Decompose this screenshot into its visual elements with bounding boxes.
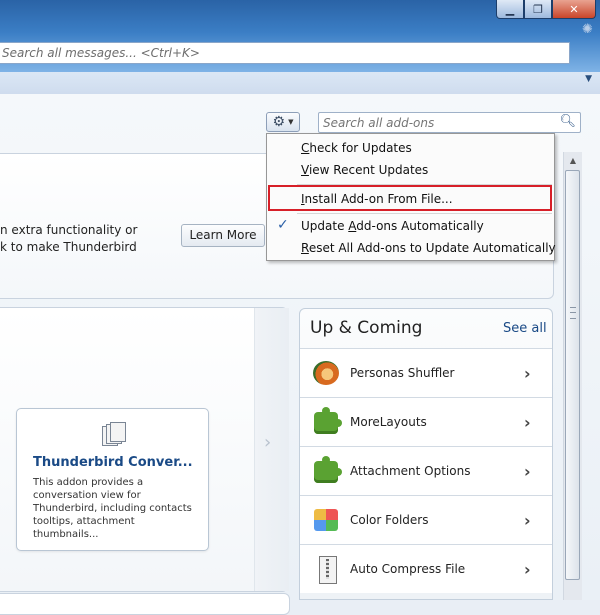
message-search-input[interactable]: Search all messages... <Ctrl+K> xyxy=(0,42,570,64)
intro-text-line: k to make Thunderbird xyxy=(0,240,137,254)
minimize-button[interactable]: ▁ xyxy=(496,0,524,19)
featured-next-area[interactable] xyxy=(254,308,289,591)
see-all-link[interactable]: See all xyxy=(503,321,547,336)
color-folder-icon xyxy=(312,506,340,534)
addon-name: Personas Shuffler xyxy=(350,366,455,380)
lower-panel xyxy=(0,593,290,615)
chevron-right-icon: › xyxy=(524,461,531,481)
menu-item-label: heck for Updates xyxy=(309,141,412,155)
addon-name: Attachment Options xyxy=(350,464,471,478)
addon-name: Color Folders xyxy=(350,513,429,527)
intro-text: n extra functionality or k to make Thund… xyxy=(0,222,137,256)
menu-item-label: dd-ons Automatically xyxy=(356,219,484,233)
menu-item-accesskey: R xyxy=(301,241,309,255)
featured-addon-description: This addon provides a conversation view … xyxy=(33,477,192,540)
scrollbar-thumb[interactable] xyxy=(565,170,580,580)
featured-addon-title[interactable]: Thunderbird Conver... xyxy=(33,455,193,470)
menu-item-update-addons-automatically[interactable]: Update Add-ons Automatically xyxy=(301,219,484,233)
list-item[interactable]: Attachment Options › xyxy=(300,446,552,495)
learn-more-button[interactable]: Learn More xyxy=(181,224,265,247)
up-and-coming-list: Personas Shuffler › MoreLayouts › Attach… xyxy=(300,348,552,593)
list-item[interactable]: MoreLayouts › xyxy=(300,397,552,446)
addon-name: MoreLayouts xyxy=(350,415,427,429)
list-item[interactable]: Auto Compress File › xyxy=(300,544,552,593)
chevron-down-icon: ▼ xyxy=(288,118,294,126)
zip-file-icon xyxy=(312,555,340,584)
chevron-right-icon: › xyxy=(524,363,531,383)
toolbar-strip xyxy=(0,72,600,95)
list-item[interactable]: Color Folders › xyxy=(300,495,552,544)
vertical-scrollbar[interactable]: ▲ xyxy=(563,152,582,600)
intro-text-line: n extra functionality or xyxy=(0,223,138,237)
fox-icon xyxy=(312,359,340,387)
activity-spinner-icon: ✺ xyxy=(582,22,593,37)
chevron-right-icon[interactable]: › xyxy=(264,432,271,453)
scrollbar-grip-icon xyxy=(570,307,576,319)
window-controls: ▁ ❐ ✕ xyxy=(496,0,596,20)
menu-separator xyxy=(297,213,552,214)
menu-item-reset-all-addons[interactable]: Reset All Add-ons to Update Automaticall… xyxy=(301,241,556,255)
close-button[interactable]: ✕ xyxy=(552,0,596,19)
chevron-right-icon: › xyxy=(524,510,531,530)
menu-item-label: Update xyxy=(301,219,349,233)
highlight-box xyxy=(268,185,552,211)
menu-item-accesskey: V xyxy=(301,163,309,177)
maximize-button[interactable]: ❐ xyxy=(524,0,552,19)
puzzle-icon xyxy=(312,456,342,485)
checkmark-icon: ✓ xyxy=(277,217,289,233)
addon-search-box[interactable]: 🔍︎ xyxy=(318,112,581,133)
scroll-up-arrow-icon[interactable]: ▲ xyxy=(564,152,582,170)
chevron-right-icon: › xyxy=(524,559,531,579)
document-stack-icon xyxy=(102,422,126,448)
addon-search-input[interactable] xyxy=(323,114,553,131)
menu-item-label: iew Recent Updates xyxy=(308,163,429,177)
menu-item-view-recent-updates[interactable]: View Recent Updates xyxy=(301,163,428,177)
list-item[interactable]: Personas Shuffler › xyxy=(300,348,552,397)
up-and-coming-title: Up & Coming xyxy=(310,318,423,338)
menu-item-label: eset All Add-ons to Update Automatically xyxy=(308,241,556,255)
chevron-right-icon: › xyxy=(524,412,531,432)
toolbar-overflow-icon[interactable]: ▼ xyxy=(585,74,592,84)
addon-name: Auto Compress File xyxy=(350,562,466,576)
menu-item-check-for-updates[interactable]: Check for Updates xyxy=(301,141,412,155)
gear-icon: ⚙ xyxy=(272,114,286,130)
search-icon[interactable]: 🔍︎ xyxy=(559,114,576,129)
tools-gear-button[interactable]: ⚙ ▼ xyxy=(266,112,300,132)
puzzle-icon xyxy=(312,407,342,436)
